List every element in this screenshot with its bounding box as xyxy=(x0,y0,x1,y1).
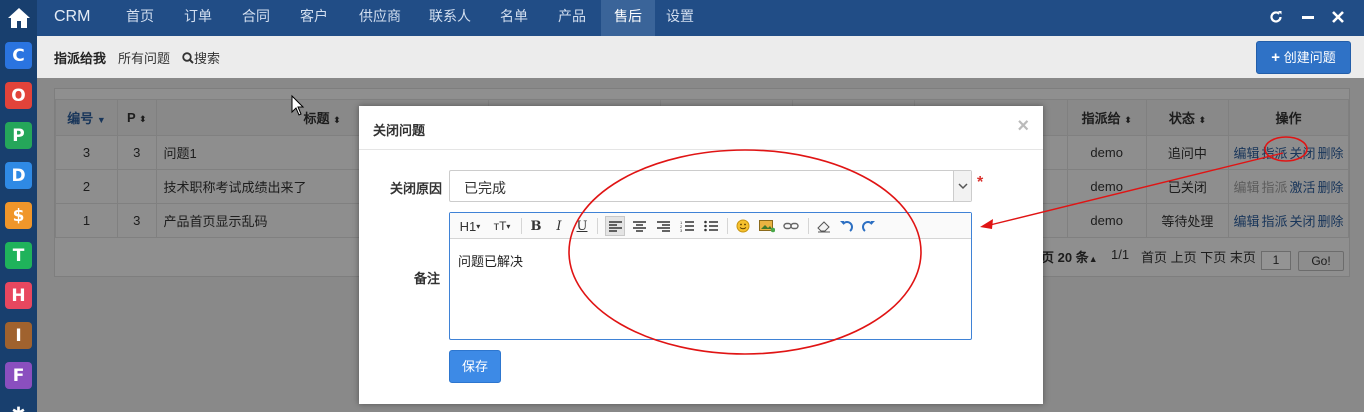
nav-item-2[interactable]: 订单 xyxy=(179,0,217,36)
redo-icon[interactable] xyxy=(860,216,878,236)
brand-logo[interactable]: CRM xyxy=(54,0,90,34)
nav-item-5[interactable]: 供应商 xyxy=(353,0,407,36)
app-icon-6[interactable]: T xyxy=(5,242,32,269)
editor-toolbar: H1 ▾ ᴛT ▾ B I U 123 xyxy=(450,213,971,239)
home-icon[interactable] xyxy=(0,0,37,36)
emoji-icon[interactable] xyxy=(734,216,752,236)
app-launcher-bar: COPD $ THIF ✱ xyxy=(0,0,37,412)
svg-text:3: 3 xyxy=(680,228,683,232)
app-icon-3[interactable]: P xyxy=(5,122,32,149)
nav-item-1[interactable]: 首页 xyxy=(121,0,159,36)
ordered-list-icon[interactable]: 123 xyxy=(678,216,696,236)
app-icon-2[interactable]: O xyxy=(5,82,32,109)
align-center-icon[interactable] xyxy=(630,216,648,236)
close-issue-dialog: 关闭问题 × 关闭原因 已完成 * 备注 H1 ▾ ᴛT ▾ B I U 1 2… xyxy=(359,106,1043,404)
refresh-icon[interactable] xyxy=(1269,0,1283,33)
settings-gear-icon[interactable]: ✱ xyxy=(5,400,32,412)
dialog-title: 关闭问题 xyxy=(373,123,426,138)
sub-navigation: 指派给我 所有问题 搜索 + 创建问题 xyxy=(37,36,1364,78)
note-content[interactable]: 问题已解决 xyxy=(458,251,523,270)
create-issue-button[interactable]: + 创建问题 xyxy=(1256,41,1351,74)
app-icon-5[interactable]: $ xyxy=(5,202,32,229)
link-icon[interactable] xyxy=(782,216,800,236)
bold-icon[interactable]: B xyxy=(527,216,545,236)
underline-icon[interactable]: U xyxy=(573,216,591,236)
align-right-icon[interactable] xyxy=(654,216,672,236)
close-reason-select[interactable]: 已完成 xyxy=(449,170,972,202)
nav-item-6[interactable]: 联系人 xyxy=(423,0,477,36)
tab-all-issues[interactable]: 所有问题 xyxy=(118,48,170,67)
nav-item-7[interactable]: 名单 xyxy=(495,0,533,36)
italic-icon[interactable]: I xyxy=(550,216,568,236)
app-icon-7[interactable]: H xyxy=(5,282,32,309)
note-editor[interactable]: H1 ▾ ᴛT ▾ B I U 123 问题已解决 xyxy=(449,212,972,340)
nav-item-9[interactable]: 售后 xyxy=(601,0,655,36)
image-icon[interactable] xyxy=(758,216,776,236)
nav-item-8[interactable]: 产品 xyxy=(553,0,591,36)
eraser-icon[interactable] xyxy=(814,216,832,236)
app-icon-8[interactable]: I xyxy=(5,322,32,349)
close-reason-value: 已完成 xyxy=(464,180,506,196)
align-left-icon[interactable] xyxy=(605,216,625,236)
app-icon-4[interactable]: D xyxy=(5,162,32,189)
close-reason-label: 关闭原因 xyxy=(390,181,443,196)
top-navigation: CRM 首页 订单 合同 客户 供应商 联系人 名单 产品 售后 设置 xyxy=(37,0,1364,36)
nav-item-10[interactable]: 设置 xyxy=(661,0,699,36)
chevron-down-icon xyxy=(953,171,971,201)
save-button[interactable]: 保存 xyxy=(449,350,501,383)
app-icon-1[interactable]: C xyxy=(5,42,32,69)
tab-search-label: 搜索 xyxy=(194,51,221,66)
nav-item-4[interactable]: 客户 xyxy=(295,0,333,36)
undo-icon[interactable] xyxy=(837,216,855,236)
app-icon-9[interactable]: F xyxy=(5,362,32,389)
required-marker: * xyxy=(977,174,984,191)
tab-search[interactable]: 搜索 xyxy=(182,48,220,67)
create-issue-label: 创建问题 xyxy=(1283,50,1336,65)
bullet-list-icon[interactable] xyxy=(702,216,720,236)
plus-icon: + xyxy=(1271,49,1281,66)
heading-dropdown[interactable]: H1 ▾ xyxy=(457,216,483,236)
close-icon[interactable] xyxy=(1332,0,1344,33)
dialog-header: 关闭问题 × xyxy=(359,106,1043,150)
minimize-icon[interactable] xyxy=(1302,0,1314,33)
nav-item-3[interactable]: 合同 xyxy=(237,0,275,36)
search-icon xyxy=(182,52,194,64)
tab-assigned-to-me[interactable]: 指派给我 xyxy=(54,48,106,67)
note-label: 备注 xyxy=(414,271,441,286)
font-size-dropdown[interactable]: ᴛT ▾ xyxy=(489,216,515,236)
dialog-close-icon[interactable]: × xyxy=(1017,115,1029,138)
